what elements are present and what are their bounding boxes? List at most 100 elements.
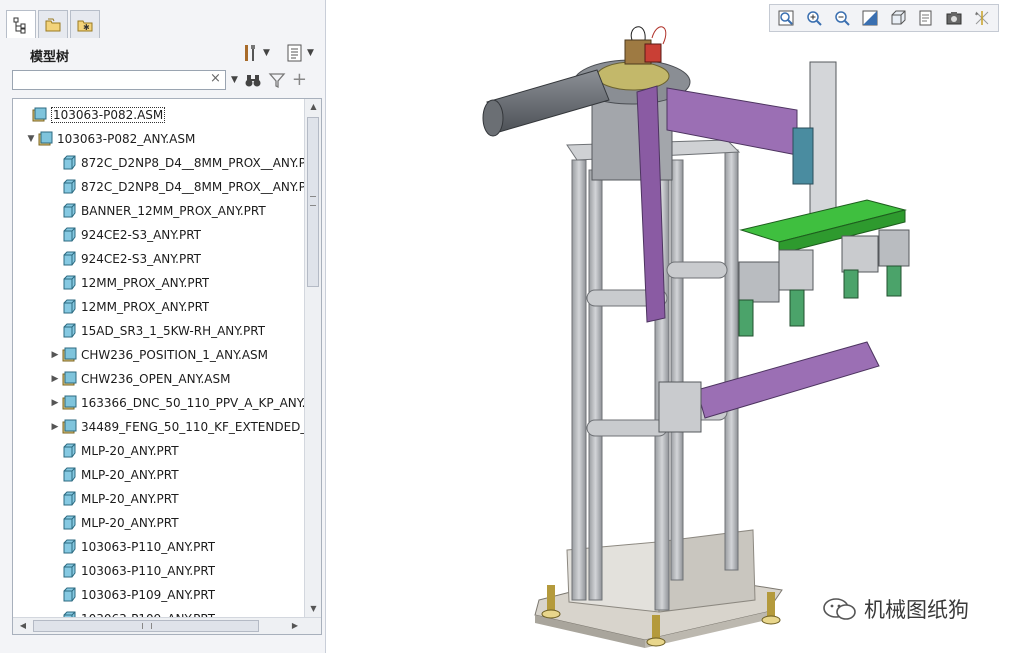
tree-item[interactable]: 103063-P110_ANY.PRT (49, 560, 215, 582)
refit-button[interactable] (774, 7, 798, 29)
tree-item-label: MLP-20_ANY.PRT (81, 492, 179, 506)
tree-item[interactable]: 924CE2-S3_ANY.PRT (49, 248, 201, 270)
vertical-scroll-thumb[interactable] (307, 117, 319, 287)
filter-icon[interactable] (268, 71, 286, 89)
part-icon (63, 179, 76, 194)
assembly-icon (62, 371, 77, 386)
clear-icon[interactable]: × (210, 71, 221, 86)
assembly-3d-model[interactable] (327, 0, 1035, 653)
tree-item-label: 872C_D2NP8_D4__8MM_PROX__ANY.PRT (81, 180, 305, 194)
tree-show-button[interactable]: ▼ (284, 42, 314, 64)
tree-item-label: 103063-P082.ASM (51, 107, 166, 123)
model-tree-title: 模型树 (30, 50, 70, 65)
tree-item-label: 103063-P109_ANY.PRT (81, 588, 216, 602)
zoom-out-button[interactable] (830, 7, 854, 29)
tree-item-label: 163366_DNC_50_110_PPV_A_KP_ANY.AS (81, 396, 305, 410)
expand-icon[interactable]: ▶ (49, 398, 61, 408)
tree-item[interactable]: BANNER_12MM_PROX_ANY.PRT (49, 200, 266, 222)
assembly-icon (32, 107, 47, 122)
model-tree: 103063-P082.ASM ▼ 103063-P082_ANY.ASM 872C_… (12, 98, 322, 635)
part-icon (63, 299, 76, 314)
display-style-icon (891, 10, 906, 25)
tree-item[interactable]: 872C_D2NP8_D4__8MM_PROX__ANY.PRT (49, 152, 305, 174)
tree-item[interactable]: 15AD_SR3_1_5KW-RH_ANY.PRT (49, 320, 265, 342)
assembly-icon (62, 419, 77, 434)
tree-item-label: 103063-P110_ANY.PRT (81, 564, 216, 578)
datum-display-button[interactable]: * (970, 7, 994, 29)
search-tools: ▼ + (230, 70, 307, 90)
tree-item[interactable]: ▼ 103063-P082_ANY.ASM (25, 128, 195, 150)
tree-item-label: MLP-20_ANY.PRT (81, 516, 179, 530)
tree-item-label: 15AD_SR3_1_5KW-RH_ANY.PRT (81, 324, 266, 338)
tree-item[interactable]: 12MM_PROX_ANY.PRT (49, 296, 209, 318)
chevron-down-icon[interactable]: ▼ (231, 75, 238, 85)
saved-orientations-button[interactable] (914, 7, 938, 29)
search-input[interactable] (12, 70, 226, 90)
tree-item[interactable]: ▶ CHW236_POSITION_1_ANY.ASM (49, 344, 268, 366)
svg-text:✱: ✱ (83, 23, 90, 32)
model-tree-tab[interactable] (6, 10, 36, 38)
binoculars-icon[interactable] (244, 71, 262, 89)
tree-item-label: 103063-P110_ANY.PRT (81, 540, 216, 554)
tree-item[interactable]: MLP-20_ANY.PRT (49, 512, 179, 534)
tree-item[interactable]: ▶ 34489_FENG_50_110_KF_EXTENDED_A.A (49, 416, 305, 438)
repaint-button[interactable] (858, 7, 882, 29)
expand-icon[interactable]: ▶ (49, 350, 61, 360)
folder-browser-tab[interactable] (38, 10, 68, 38)
part-icon (63, 491, 76, 506)
expand-icon[interactable]: ▶ (49, 374, 61, 384)
folder-icon (45, 18, 61, 31)
tree-item[interactable]: MLP-20_ANY.PRT (49, 488, 179, 510)
servo-motor (482, 69, 610, 137)
tree-item-label: BANNER_12MM_PROX_ANY.PRT (81, 204, 266, 218)
tree-item[interactable]: 924CE2-S3_ANY.PRT (49, 224, 201, 246)
favorites-tab[interactable]: ✱ (70, 10, 100, 38)
vertical-scrollbar[interactable]: ▲ ▼ (304, 99, 321, 617)
collapse-icon[interactable]: ▼ (25, 134, 37, 144)
scroll-left-icon[interactable]: ◀ (15, 618, 31, 634)
camera-icon (946, 12, 962, 25)
tree-root-item[interactable]: 103063-P082.ASM (19, 104, 166, 126)
scroll-right-icon[interactable]: ▶ (287, 618, 303, 634)
tree-item[interactable]: 103063-P110_ANY.PRT (49, 536, 215, 558)
tools-icon (245, 45, 255, 61)
tree-item[interactable]: ▶ 163366_DNC_50_110_PPV_A_KP_ANY.AS (49, 392, 305, 414)
grippers (738, 229, 910, 337)
tree-item[interactable]: 872C_D2NP8_D4__8MM_PROX__ANY.PRT (49, 176, 305, 198)
datum-icon: * (975, 11, 989, 25)
wechat-icon (823, 598, 856, 620)
model-tree-header: 模型树 ▼ ▼ (0, 40, 326, 68)
zoom-out-icon (835, 11, 850, 26)
horizontal-scrollbar[interactable]: ◀ ▶ (13, 617, 321, 634)
part-icon (63, 539, 76, 554)
horizontal-scroll-thumb[interactable] (33, 620, 259, 632)
part-icon (63, 467, 76, 482)
part-icon (63, 251, 76, 266)
star-folder-icon: ✱ (77, 20, 93, 32)
watermark-text: 机械图纸狗 (864, 598, 969, 622)
part-icon (63, 515, 76, 530)
part-icon (63, 275, 76, 290)
tree-item-label: CHW236_OPEN_ANY.ASM (81, 372, 231, 386)
view-toolbar: * (769, 4, 999, 32)
tree-item[interactable]: MLP-20_ANY.PRT (49, 440, 179, 462)
scroll-up-icon[interactable]: ▲ (305, 99, 321, 115)
view-manager-button[interactable] (942, 7, 966, 29)
zoom-in-button[interactable] (802, 7, 826, 29)
repaint-icon (862, 10, 878, 26)
scroll-down-icon[interactable]: ▼ (305, 601, 321, 617)
tree-item[interactable]: MLP-20_ANY.PRT (49, 464, 179, 486)
tree-item[interactable]: 103063-P109_ANY.PRT (49, 608, 215, 617)
tree-settings-button[interactable]: ▼ (240, 42, 270, 64)
add-icon[interactable]: + (292, 71, 307, 89)
graphics-window[interactable]: * 机械图纸狗 (327, 0, 1035, 653)
tree-item[interactable]: 103063-P109_ANY.PRT (49, 584, 215, 606)
assembly-icon (62, 347, 77, 362)
tree-item[interactable]: 12MM_PROX_ANY.PRT (49, 272, 209, 294)
tree-item[interactable]: ▶ CHW236_OPEN_ANY.ASM (49, 368, 231, 390)
tree-item-label: MLP-20_ANY.PRT (81, 468, 179, 482)
expand-icon[interactable]: ▶ (49, 422, 61, 432)
watermark: 机械图纸狗 (822, 594, 969, 624)
display-style-button[interactable] (886, 7, 910, 29)
lower-purple-arm (658, 341, 880, 433)
